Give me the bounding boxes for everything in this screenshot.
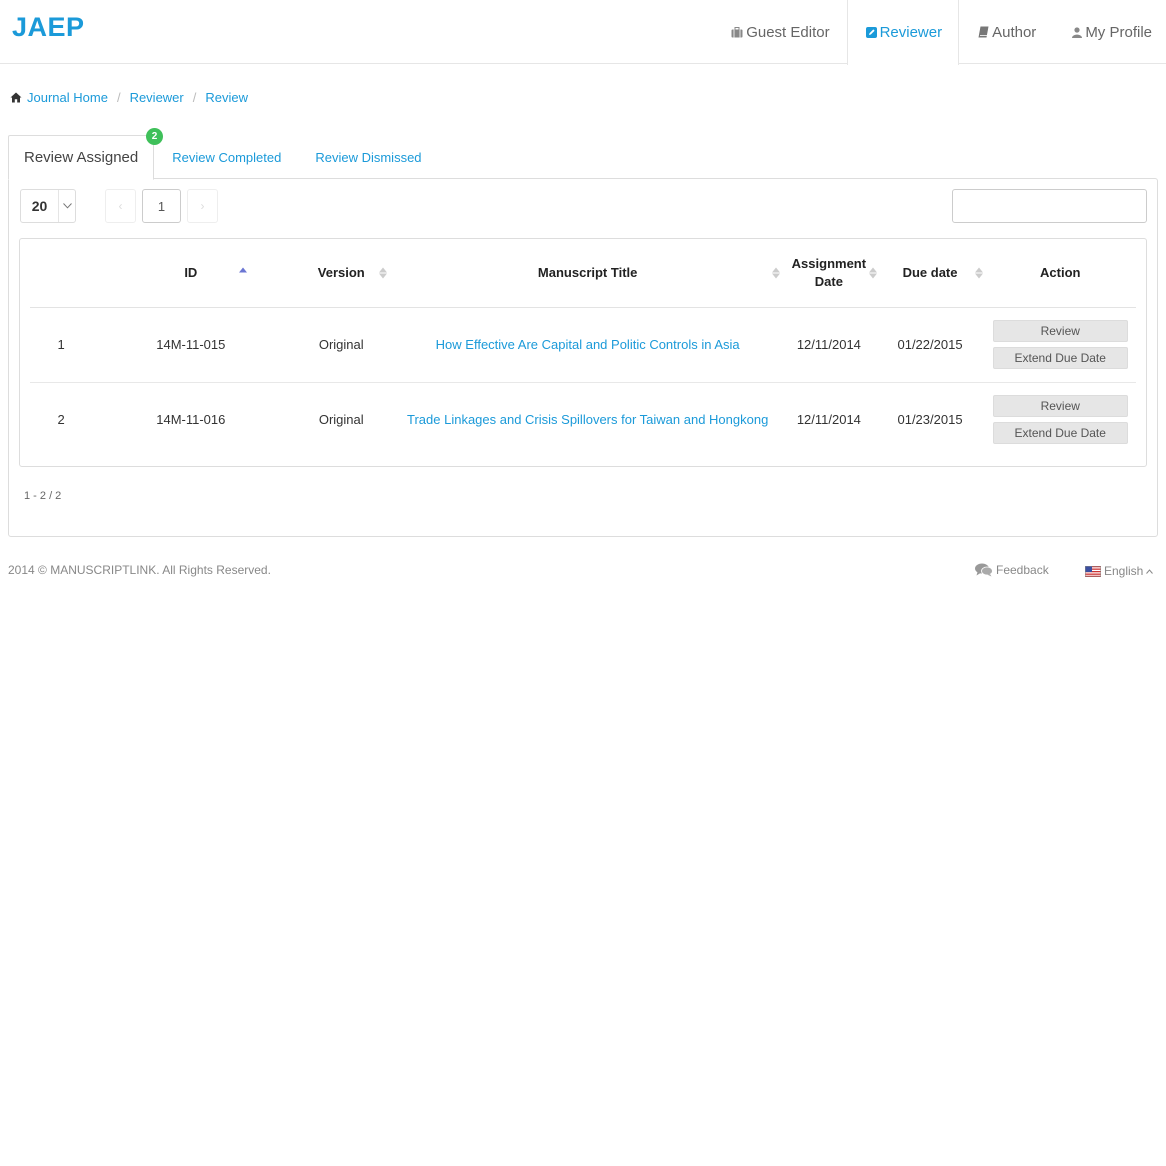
manuscript-title-link[interactable]: Trade Linkages and Crisis Spillovers for… (407, 412, 768, 427)
col-header-number (30, 239, 93, 308)
manuscript-id: 14M-11-015 (92, 307, 290, 383)
action-cell: Review Extend Due Date (984, 307, 1136, 383)
sort-icon[interactable] (974, 267, 983, 279)
table-header-row: ID Version Manuscript Title Assignment D… (30, 239, 1136, 308)
extend-due-date-button[interactable]: Extend Due Date (992, 422, 1128, 445)
col-header-assignment-date[interactable]: Assignment Date (782, 239, 877, 308)
nav-author[interactable]: Author (959, 0, 1056, 64)
col-header-assignment-line2: Date (814, 273, 843, 289)
us-flag-icon (1085, 565, 1101, 577)
col-header-due-date[interactable]: Due date (875, 239, 985, 308)
next-page-button[interactable]: › (187, 189, 218, 223)
manuscript-title-link[interactable]: How Effective Are Capital and Politic Co… (436, 337, 740, 352)
current-page[interactable]: 1 (142, 189, 181, 223)
review-table: ID Version Manuscript Title Assignment D… (30, 239, 1136, 457)
nav-reviewer-label: Reviewer (879, 24, 943, 41)
assignment-date: 12/11/2014 (782, 307, 876, 383)
nav-guest-editor[interactable]: Guest Editor (717, 0, 846, 64)
tab-review-assigned-label: Review Assigned (24, 149, 139, 166)
record-count: 1 - 2 / 2 (24, 490, 62, 502)
nav-reviewer[interactable]: Reviewer (846, 0, 960, 65)
review-button[interactable]: Review (992, 395, 1128, 418)
manuscript-version: Original (318, 412, 364, 428)
breadcrumb-separator: / (192, 90, 197, 105)
language-label: English (1104, 564, 1144, 578)
review-table-container: ID Version Manuscript Title Assignment D… (19, 238, 1147, 467)
due-date: 01/23/2015 (897, 412, 963, 428)
col-header-version[interactable]: Version (289, 239, 394, 308)
extend-due-date-button[interactable]: Extend Due Date (992, 347, 1128, 369)
sort-icon[interactable] (379, 267, 388, 279)
row-number: 1 (30, 307, 93, 383)
user-icon (1072, 25, 1083, 42)
action-cell: Review Extend Due Date (985, 382, 1137, 457)
edit-icon (865, 25, 877, 42)
book-icon (978, 25, 989, 42)
breadcrumb: Journal Home / Reviewer / Review (10, 90, 248, 105)
review-tabs: Review Assigned 2 Review Completed Revie… (8, 128, 422, 180)
col-header-version-label: Version (317, 265, 365, 281)
briefcase-icon (731, 25, 743, 42)
brand-logo[interactable]: JAEP (12, 12, 85, 43)
tab-review-assigned[interactable]: Review Assigned 2 (8, 128, 163, 180)
tab-review-completed-label: Review Completed (172, 149, 282, 165)
copyright-text: 2014 © MANUSCRIPTLINK. All Rights Reserv… (8, 563, 271, 577)
col-header-id-label: ID (184, 265, 198, 281)
breadcrumb-separator: / (116, 90, 121, 105)
col-header-due-label: Due date (902, 265, 958, 281)
table-row: 1 14M-11-015 Original How Effective Are … (30, 307, 1136, 383)
assignment-date: 12/11/2014 (796, 412, 861, 428)
prev-page-button[interactable]: ‹ (105, 189, 136, 223)
breadcrumb-journal-home[interactable]: Journal Home (27, 90, 108, 105)
home-icon (10, 91, 22, 106)
nav-my-profile[interactable]: My Profile (1056, 0, 1166, 64)
search-input[interactable] (952, 189, 1147, 223)
feedback-link[interactable]: Feedback (975, 563, 1049, 577)
col-header-title[interactable]: Manuscript Title (393, 239, 783, 308)
breadcrumb-review[interactable]: Review (205, 90, 248, 105)
sort-asc-icon[interactable] (239, 267, 248, 278)
main-nav: Guest Editor Reviewer Author My Profile (717, 0, 1166, 65)
chevron-up-icon (1146, 568, 1154, 574)
manuscript-id: 14M-11-016 (156, 412, 226, 428)
row-number: 2 (57, 412, 65, 428)
nav-my-profile-label: My Profile (1085, 23, 1152, 41)
tab-panel: 20 ‹ 1 › ID Version Manuscript Title Ass… (8, 178, 1158, 537)
nav-guest-editor-label: Guest Editor (746, 23, 830, 41)
language-selector[interactable]: English (1085, 564, 1154, 578)
page-size-value: 20 (21, 190, 59, 222)
tab-review-completed[interactable]: Review Completed (154, 135, 298, 179)
tab-review-dismissed-label: Review Dismissed (315, 149, 422, 165)
chevron-down-icon (59, 203, 75, 209)
col-header-assignment-line1: Assignment (791, 255, 867, 271)
table-row: 2 14M-11-016 Original Trade Linkages and… (30, 382, 1136, 457)
review-button[interactable]: Review (992, 320, 1128, 342)
nav-author-label: Author (992, 23, 1037, 41)
col-header-id[interactable]: ID (92, 239, 290, 308)
manuscript-version: Original (289, 307, 394, 383)
manuscript-title-cell: Trade Linkages and Crisis Spillovers for… (393, 382, 782, 457)
count-badge: 2 (146, 128, 163, 145)
col-header-action: Action (984, 239, 1136, 308)
col-header-title-label: Manuscript Title (537, 265, 638, 281)
feedback-label: Feedback (996, 563, 1049, 577)
manuscript-title-cell: How Effective Are Capital and Politic Co… (393, 307, 783, 383)
top-navbar: JAEP Guest Editor Reviewer Author My Pro… (0, 0, 1166, 65)
sort-icon[interactable] (772, 267, 781, 279)
page-size-select[interactable]: 20 (20, 189, 76, 223)
due-date: 01/22/2015 (875, 307, 985, 383)
tab-review-dismissed[interactable]: Review Dismissed (298, 135, 421, 179)
col-header-action-label: Action (1040, 265, 1081, 281)
breadcrumb-reviewer[interactable]: Reviewer (130, 90, 184, 105)
pagination: ‹ 1 › (105, 189, 218, 223)
comments-icon (975, 563, 993, 577)
